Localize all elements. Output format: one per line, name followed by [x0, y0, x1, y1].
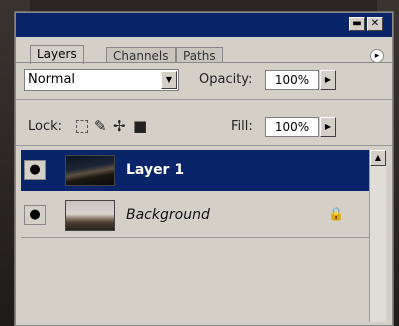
layer-thumbnail [65, 155, 115, 186]
blend-mode-value: Normal [28, 72, 76, 87]
layer-name[interactable]: Layer 1 [126, 162, 184, 178]
scroll-up-icon[interactable]: ▲ [370, 150, 386, 166]
opacity-input[interactable]: 100% [265, 70, 319, 90]
layer-row-background[interactable]: ● Background 🔒 [21, 195, 369, 236]
minimize-button[interactable]: ▬ [349, 17, 365, 31]
brush-lock-icon[interactable]: ✎ [94, 118, 107, 134]
close-button[interactable]: ✕ [367, 17, 383, 31]
lock-label: Lock: [28, 119, 63, 134]
fill-input[interactable]: 100% [265, 117, 319, 137]
panel-titlebar[interactable]: ▬ ✕ [16, 13, 392, 37]
layer-thumbnail [65, 200, 115, 231]
eye-icon[interactable]: ● [24, 205, 46, 225]
fill-slider-button[interactable]: ▶ [320, 117, 336, 137]
layer-row-layer-1[interactable]: ● Layer 1 [21, 150, 369, 191]
panel-tabs: Paths Channels Layers ▸ [16, 41, 392, 64]
layer-name[interactable]: Background [126, 207, 210, 223]
divider [16, 145, 392, 146]
eye-icon[interactable]: ● [24, 160, 46, 180]
layers-panel: ▬ ✕ Paths Channels Layers ▸ Normal ▼ Opa… [15, 12, 393, 326]
move-lock-icon[interactable]: ✢ [113, 118, 126, 134]
lock-icon: 🔒 [328, 207, 345, 222]
fill-label: Fill: [231, 119, 253, 134]
tab-paths[interactable]: Paths [176, 47, 223, 63]
panel-menu-icon[interactable]: ▸ [370, 49, 384, 63]
divider [21, 237, 369, 238]
opacity-label: Opacity: [199, 72, 253, 87]
chevron-down-icon[interactable]: ▼ [161, 71, 177, 89]
layers-scrollbar[interactable]: ▲ [369, 150, 386, 322]
tab-divider [16, 62, 392, 63]
tab-channels[interactable]: Channels [106, 47, 176, 63]
blend-mode-select[interactable]: Normal ▼ [24, 69, 179, 91]
transparency-lock-icon[interactable] [76, 120, 88, 133]
lock-all-icon[interactable]: ■ [133, 118, 147, 134]
opacity-slider-button[interactable]: ▶ [320, 70, 336, 90]
divider [16, 99, 392, 100]
